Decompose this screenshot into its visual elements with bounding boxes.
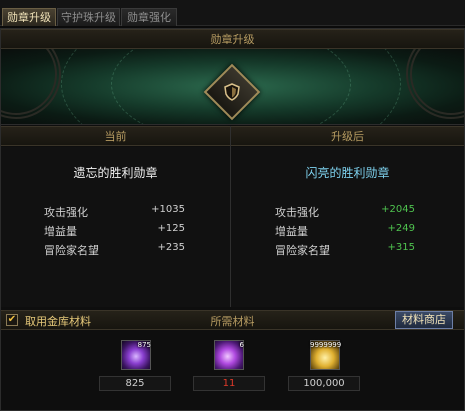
after-medal-name: 闪亮的胜利勋章 xyxy=(305,166,390,180)
tab-medal-upgrade[interactable]: 勋章升级 xyxy=(2,8,56,26)
after-stat-value: +249 xyxy=(387,223,415,234)
after-stat-label: 攻击强化 xyxy=(275,206,319,219)
tab-medal-enhance[interactable]: 勋章强化 xyxy=(121,8,177,26)
current-stat-label: 攻击强化 xyxy=(44,206,88,219)
gear-decoration-right xyxy=(406,49,464,119)
current-stat-value: +235 xyxy=(157,242,185,253)
current-stat-value: +125 xyxy=(157,223,185,234)
medal-upgrade-panel: 勋章升级 当前 升级后 遗忘的胜利勋章 攻击强化 +1035 增益量 +125 … xyxy=(0,28,465,411)
after-stat-value: +315 xyxy=(387,242,415,253)
required-quantity: 825 xyxy=(99,376,171,391)
required-quantity: 100,000 xyxy=(288,376,360,391)
item-stock-count: 9999999 xyxy=(310,341,342,349)
shield-icon xyxy=(221,81,243,103)
required-quantity: 11 xyxy=(193,376,265,391)
current-medal-name: 遗忘的胜利勋章 xyxy=(73,166,158,180)
item-stock-count: 875 xyxy=(137,341,151,349)
current-stat-value: +1035 xyxy=(151,204,185,215)
material-shop-button[interactable]: 材料商店 xyxy=(395,311,453,329)
tab-bar: 勋章升级 守护珠升级 勋章强化 xyxy=(0,0,465,26)
after-stat-value: +2045 xyxy=(381,204,415,215)
current-stat-label: 增益量 xyxy=(44,225,77,238)
tab-guardian-orb-upgrade[interactable]: 守护珠升级 xyxy=(57,8,120,26)
column-divider xyxy=(230,126,231,307)
after-stat-label: 冒险家名望 xyxy=(275,244,330,257)
after-stat-label: 增益量 xyxy=(275,225,308,238)
section-title: 勋章升级 xyxy=(1,29,464,49)
current-header: 当前 xyxy=(1,126,230,146)
gear-decoration-left xyxy=(1,49,61,119)
current-stat-label: 冒险家名望 xyxy=(44,244,99,257)
after-header: 升级后 xyxy=(231,126,464,146)
item-stock-count: 6 xyxy=(239,341,244,349)
